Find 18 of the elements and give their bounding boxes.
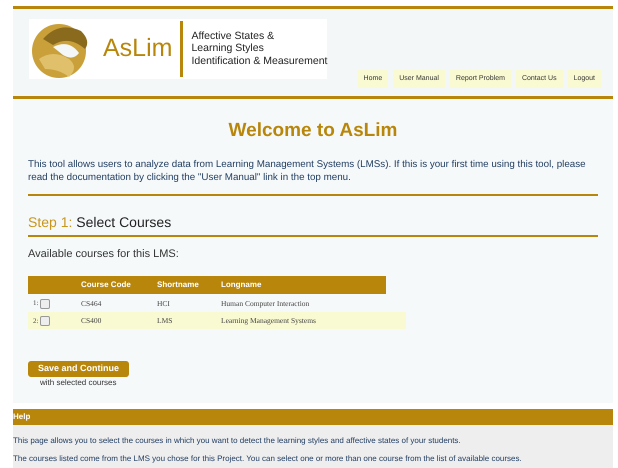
tagline-text: Identification & Measurement (191, 54, 328, 68)
tagline-text: Affective States & (191, 30, 276, 42)
step-title: Select Courses (76, 214, 172, 230)
help-text: This page allows you to select the courses in which you want to detect the learning styles and affective states of your students. (13, 435, 462, 447)
save-note: with selected courses (40, 376, 118, 389)
subtitle: Available courses for this LMS: (28, 246, 180, 262)
column-header: Shortname (152, 276, 216, 294)
tagline-text: Learning Styles (191, 42, 265, 55)
intro-text: This tool allows users to analyze data from Learning Management Systems (LMSs). If this is your first time using this tool, please read the documentation by clicking the "User Manual" link in the top menu. (28, 158, 598, 196)
column-header: Longname (216, 276, 386, 294)
column-header: Course Code (76, 276, 152, 294)
help-title: Help (13, 409, 613, 425)
checkbox[interactable] (40, 298, 50, 309)
logo-text: AsLim (103, 32, 172, 64)
help-text: The courses listed come from the LMS you chose for this Project. You can select one or more than one course from the list of available courses. (13, 453, 523, 465)
step-number: Step 1: (28, 214, 72, 230)
checkbox[interactable] (40, 316, 50, 326)
page-title: Welcome to AsLim (228, 119, 398, 143)
